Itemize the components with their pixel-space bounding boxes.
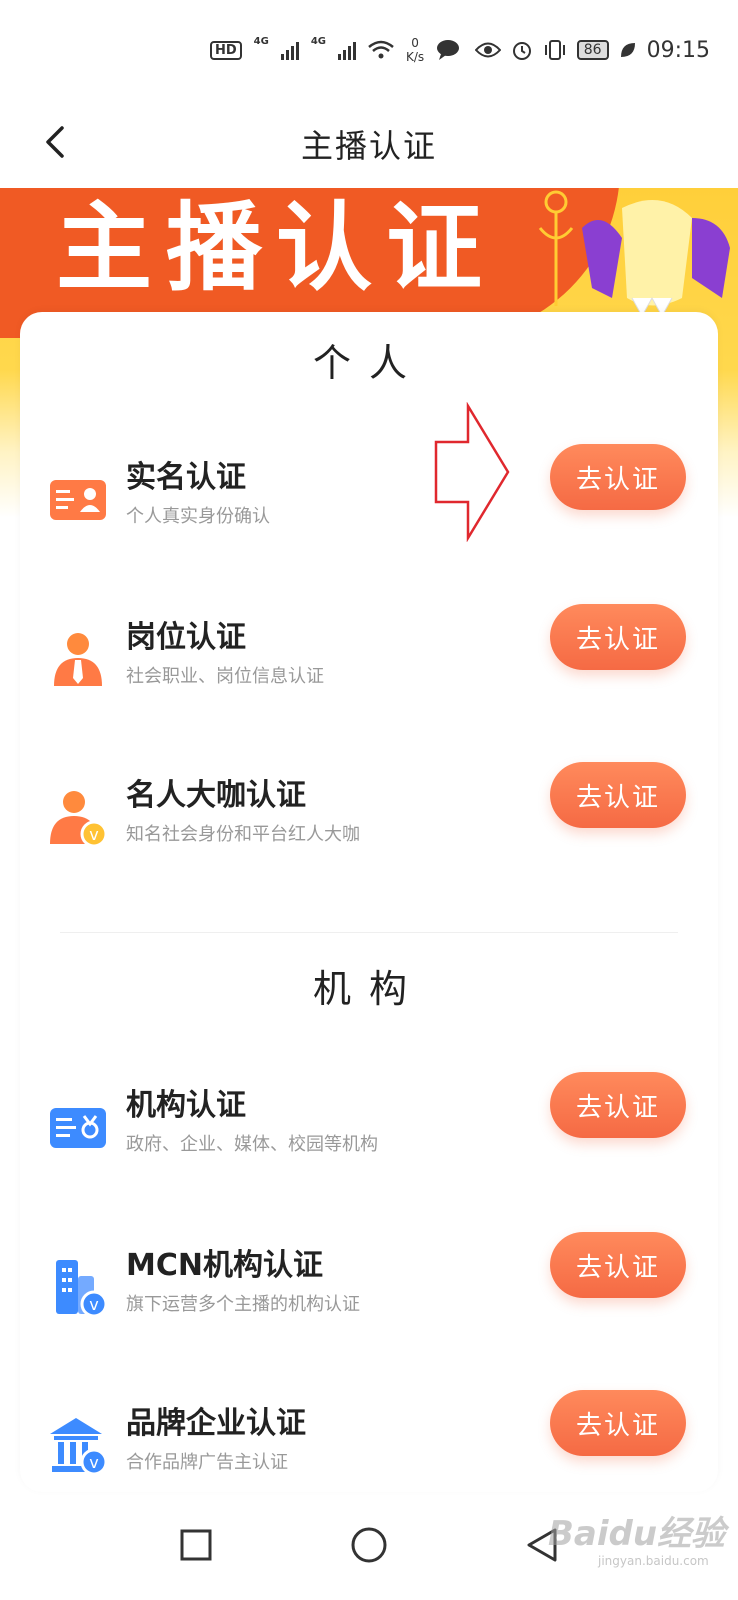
item-description: 社会职业、岗位信息认证 xyxy=(126,666,324,687)
svg-text:v: v xyxy=(89,825,98,844)
employee-tie-icon xyxy=(54,633,102,686)
alarm-icon xyxy=(512,42,531,60)
item-description: 合作品牌广告主认证 xyxy=(126,1452,288,1473)
item-description: 旗下运营多个主播的机构认证 xyxy=(126,1294,360,1315)
clock: 09:15 xyxy=(646,37,710,63)
wifi-icon xyxy=(368,40,394,59)
status-left: HD 4G 4G 0 K/s xyxy=(210,36,460,64)
eye-icon xyxy=(474,42,501,58)
recent-apps-button[interactable] xyxy=(166,1515,226,1575)
arrow-right-annotation-icon xyxy=(434,402,510,542)
watermark-logo: Baidu经验 xyxy=(548,1514,726,1554)
list-item: 机构认证 政府、企业、媒体、校园等机构 去认证 xyxy=(20,1072,718,1190)
hd-badge: HD xyxy=(210,40,242,60)
svg-text:v: v xyxy=(89,1453,98,1472)
signal-icon xyxy=(280,40,299,60)
network-type-2: 4G xyxy=(310,36,327,47)
verify-button[interactable]: 去认证 xyxy=(550,1072,686,1138)
leaf-icon xyxy=(620,43,635,57)
section-title-personal: 个人 xyxy=(312,341,425,385)
item-title: 岗位认证 xyxy=(126,620,246,655)
list-item: v 名人大咖认证 知名社会身份和平台红人大咖 去认证 xyxy=(20,762,718,880)
item-title: MCN机构认证 xyxy=(126,1248,323,1283)
chat-bubble-icon xyxy=(437,40,460,60)
signal-icon-2 xyxy=(338,40,357,60)
verify-button[interactable]: 去认证 xyxy=(550,762,686,828)
host-character-illustration xyxy=(582,200,730,318)
watermark-url: jingyan.baidu.com xyxy=(598,1554,709,1568)
item-title: 品牌企业认证 xyxy=(126,1406,306,1441)
verify-button[interactable]: 去认证 xyxy=(550,444,686,510)
square-icon xyxy=(180,1529,212,1561)
bank-building-verified-icon: v xyxy=(50,1418,108,1476)
item-title: 实名认证 xyxy=(126,460,246,495)
battery-indicator: 86 xyxy=(576,40,609,60)
celebrity-verified-icon: v xyxy=(50,791,108,848)
vibrate-icon xyxy=(544,40,565,60)
home-button[interactable] xyxy=(339,1515,399,1575)
verify-button[interactable]: 去认证 xyxy=(550,1232,686,1298)
circle-icon xyxy=(351,1527,387,1563)
item-description: 政府、企业、媒体、校园等机构 xyxy=(126,1134,378,1155)
section-title-organization: 机构 xyxy=(312,967,425,1011)
status-right: 86 09:15 xyxy=(474,37,710,63)
network-type-1: 4G xyxy=(253,36,269,47)
back-button[interactable] xyxy=(32,118,80,166)
list-item: 岗位认证 社会职业、岗位信息认证 去认证 xyxy=(20,604,718,722)
id-card-icon xyxy=(50,480,106,520)
item-title: 名人大咖认证 xyxy=(126,778,306,813)
verify-button[interactable]: 去认证 xyxy=(550,604,686,670)
organization-card-icon xyxy=(50,1108,106,1148)
section-divider xyxy=(60,932,678,933)
item-title: 机构认证 xyxy=(126,1088,246,1123)
chevron-left-icon xyxy=(46,126,64,158)
verify-button[interactable]: 去认证 xyxy=(550,1390,686,1456)
item-description: 个人真实身份确认 xyxy=(126,506,270,527)
status-bar: HD 4G 4G 0 K/s 86 09:15 xyxy=(0,0,738,100)
page-title: 主播认证 xyxy=(300,127,437,165)
item-description: 知名社会身份和平台红人大咖 xyxy=(126,824,360,845)
building-verified-icon: v xyxy=(56,1260,108,1318)
certification-card: 个人 实名认证 个人真实身份确认 去认证 岗位认证 社会职业、岗位信息认证 去认… xyxy=(20,312,718,1492)
list-item: 实名认证 个人真实身份确认 去认证 xyxy=(20,444,718,562)
banner-title: 主播认证 xyxy=(56,192,496,304)
svg-text:v: v xyxy=(89,1295,98,1314)
microphone-stand-icon xyxy=(538,190,574,306)
network-speed: 0 K/s xyxy=(406,36,425,64)
nav-bar: 主播认证 xyxy=(0,100,738,188)
list-item: v MCN机构认证 旗下运营多个主播的机构认证 去认证 xyxy=(20,1232,718,1350)
